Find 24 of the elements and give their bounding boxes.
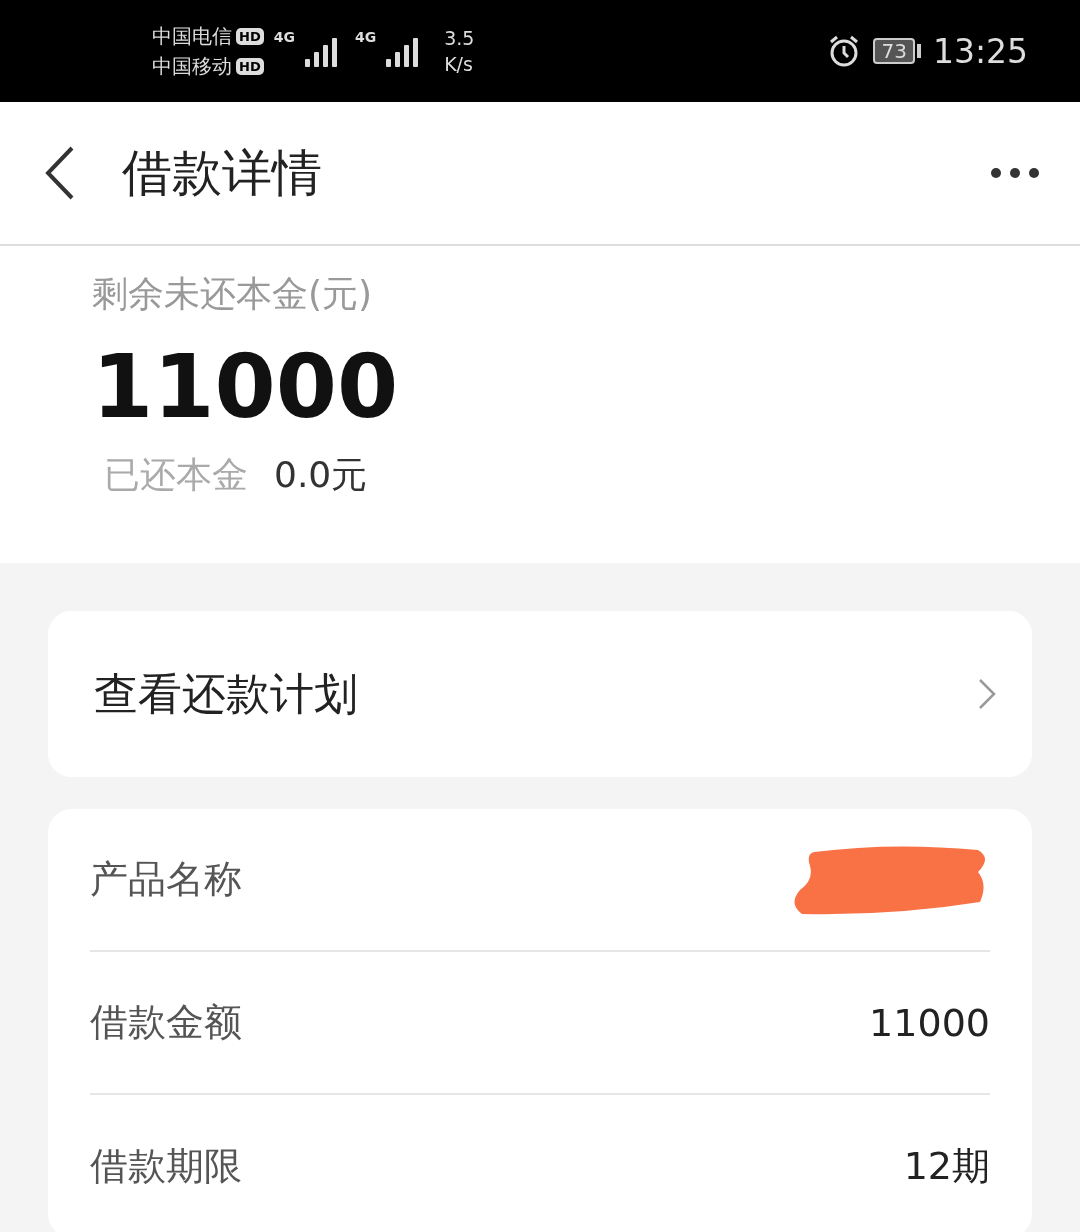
page-title: 借款详情 xyxy=(122,142,322,204)
detail-label: 借款金额 xyxy=(90,999,242,1046)
repaid-principal-label: 已还本金 xyxy=(104,453,248,497)
carrier-name: 中国电信 xyxy=(152,23,232,50)
detail-value: 11000 xyxy=(869,1000,990,1045)
carrier-name: 中国移动 xyxy=(152,53,232,80)
more-icon[interactable] xyxy=(990,167,1040,179)
remaining-principal-amount: 11000 xyxy=(92,337,400,437)
network-type: 4G xyxy=(273,29,295,45)
hd-badge: HD xyxy=(236,57,264,75)
battery-level: 73 xyxy=(873,38,915,64)
battery-tip-icon xyxy=(916,44,921,58)
detail-label: 借款期限 xyxy=(90,1143,242,1190)
clock: 13:25 xyxy=(932,31,1028,71)
hd-badge: HD xyxy=(236,27,264,45)
back-icon[interactable] xyxy=(44,146,76,200)
chevron-icon xyxy=(978,678,996,710)
network-speed: 3.5 xyxy=(444,26,475,51)
network-speed: K/s xyxy=(444,52,474,77)
repaid-principal-value: 0.0元 xyxy=(274,453,368,497)
remaining-principal-label: 剩余未还本金(元) xyxy=(92,272,374,316)
detail-value: 12期 xyxy=(903,1143,990,1190)
network-type: 4G xyxy=(354,29,377,45)
detail-label: 产品名称 xyxy=(90,856,242,903)
